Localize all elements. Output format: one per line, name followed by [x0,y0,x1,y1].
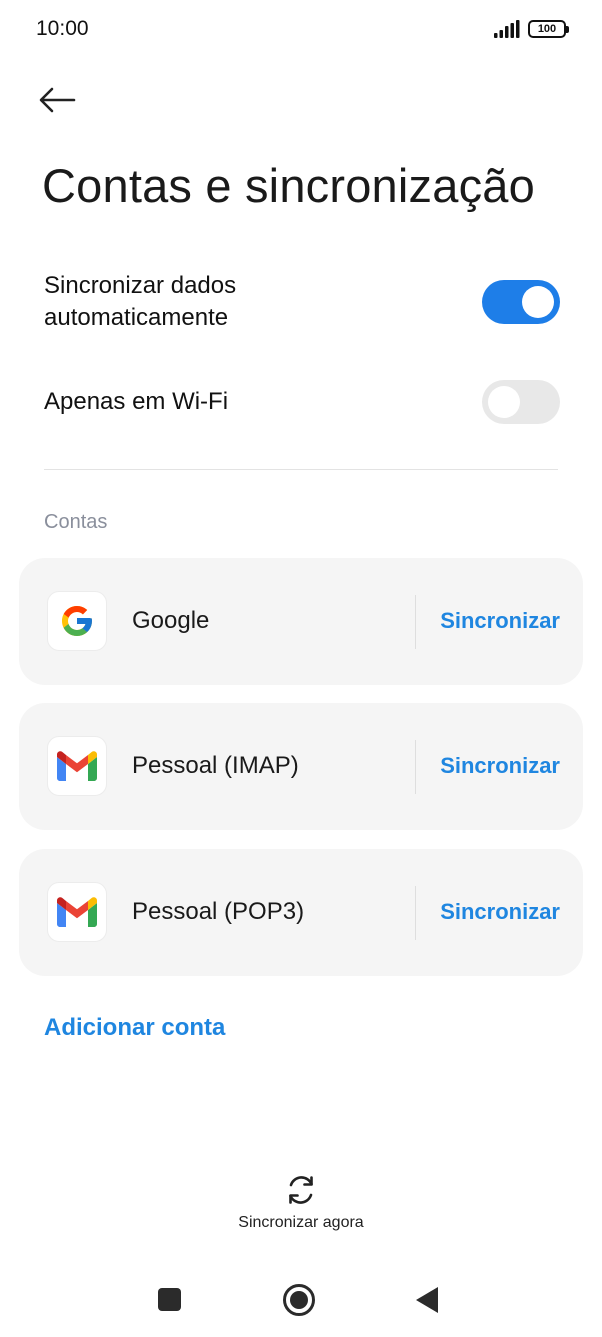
sync-icon [283,1172,319,1208]
card-separator [415,886,416,940]
status-bar: 10:00 100 [0,0,602,60]
battery-icon: 100 [528,20,569,38]
divider [44,469,558,470]
account-name: Google [132,607,210,634]
sync-button[interactable]: Sincronizar [440,899,560,925]
status-time: 10:00 [36,17,89,40]
home-icon-dot [290,1291,308,1309]
home-icon[interactable] [283,1284,315,1316]
sync-button[interactable]: Sincronizar [440,753,560,779]
add-account-link[interactable]: Adicionar conta [44,1014,225,1042]
recents-icon[interactable] [158,1288,181,1311]
signal-icon [494,20,520,38]
arrow-left-icon [38,87,76,118]
sync-now-button[interactable]: Sincronizar agora [0,1172,602,1232]
page-title: Contas e sincronização [42,159,535,212]
wifi-only-label: Apenas em Wi-Fi [44,388,229,415]
sync-now-label: Sincronizar agora [238,1214,364,1231]
switch-knob [522,286,554,318]
auto-sync-switch[interactable] [482,280,560,324]
sync-button[interactable]: Sincronizar [440,608,560,634]
account-card-pop3[interactable]: Pessoal (POP3) Sincronizar [19,849,583,976]
account-name: Pessoal (POP3) [132,898,305,925]
accounts-sync-screen: 10:00 100 Contas e sincronização Sincron… [0,0,602,1337]
wifi-only-row[interactable]: Apenas em Wi-Fi [44,378,560,426]
auto-sync-row[interactable]: Sincronizar dados automaticamente [44,270,560,334]
back-icon[interactable] [416,1287,438,1313]
switch-knob [488,386,520,418]
account-card-imap[interactable]: Pessoal (IMAP) Sincronizar [19,703,583,830]
google-icon [47,591,107,651]
wifi-only-switch[interactable] [482,380,560,424]
auto-sync-label: Sincronizar dados automaticamente [44,272,237,331]
status-icons: 100 [494,20,569,38]
back-button[interactable] [38,80,86,124]
account-name: Pessoal (IMAP) [132,752,299,779]
card-separator [415,595,416,649]
account-card-google[interactable]: Google Sincronizar [19,558,583,685]
battery-level: 100 [537,22,557,35]
gmail-icon [47,882,107,942]
navigation-bar [0,1270,602,1330]
accounts-section-header: Contas [44,511,108,533]
gmail-icon [47,736,107,796]
card-separator [415,740,416,794]
